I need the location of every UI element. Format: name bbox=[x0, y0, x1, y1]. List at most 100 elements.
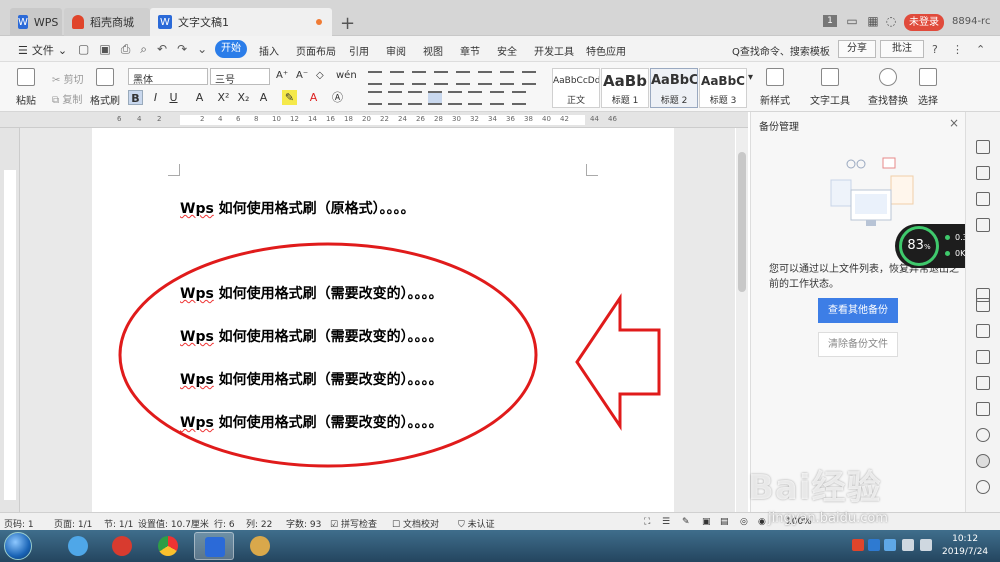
unsaved-dot-icon[interactable] bbox=[316, 19, 322, 25]
login-button[interactable]: 未登录 bbox=[904, 14, 944, 31]
help-circle-icon[interactable] bbox=[976, 480, 990, 494]
document-area[interactable]: Wps 如何使用格式刷（原格式）。。。。 Wps 如何使用格式刷（需要改变的）。… bbox=[20, 128, 735, 512]
style-heading-3[interactable]: AaBbC 标题 3 bbox=[699, 68, 747, 108]
skin-icon[interactable]: ◌ bbox=[884, 14, 898, 28]
tab-developer[interactable]: 开发工具 bbox=[534, 43, 574, 58]
sort-icon[interactable] bbox=[478, 71, 492, 85]
tab-references[interactable]: 引用 bbox=[349, 43, 369, 58]
font-size-select[interactable]: 三号 bbox=[210, 68, 270, 86]
doc-paragraph[interactable]: Wps 如何使用格式刷（需要改变的）。。。。 bbox=[180, 283, 443, 303]
undo-icon[interactable]: ↶ bbox=[157, 42, 167, 57]
align-left-icon[interactable] bbox=[368, 91, 382, 105]
command-search[interactable]: Q查找命令、搜索模板 bbox=[732, 43, 830, 58]
doc-paragraph[interactable]: Wps 如何使用格式刷（需要改变的）。。。。 bbox=[180, 326, 443, 346]
tab-docer-store[interactable]: 稻壳商城 bbox=[64, 8, 150, 36]
bold-button[interactable]: B bbox=[128, 90, 143, 105]
tab-special-apps[interactable]: 特色应用 bbox=[586, 43, 626, 58]
copy-button[interactable]: ⧉ 复制 bbox=[52, 91, 82, 106]
shapes-icon[interactable] bbox=[976, 192, 990, 206]
shrink-font-icon[interactable]: A⁻ bbox=[296, 70, 308, 81]
help-icon[interactable]: ? bbox=[932, 43, 938, 56]
styles-scroll-icon[interactable]: ▾ bbox=[748, 72, 753, 83]
globe-icon[interactable]: ◎ bbox=[740, 517, 748, 527]
new-tab-button[interactable]: + bbox=[340, 13, 355, 34]
more-options-icon[interactable]: ⋮ bbox=[952, 43, 963, 56]
decrease-indent-icon[interactable] bbox=[412, 71, 426, 85]
fullscreen-icon[interactable]: ⛶ bbox=[644, 517, 650, 527]
cut-button[interactable]: ✂ 剪切 bbox=[52, 71, 84, 86]
map-pin-icon[interactable] bbox=[976, 218, 990, 232]
file-menu[interactable]: ☰ 文件 ⌄ bbox=[18, 42, 67, 58]
show-marks-icon[interactable] bbox=[500, 71, 514, 85]
taskbar-app-paint[interactable] bbox=[240, 532, 280, 560]
paragraph-icon[interactable] bbox=[522, 71, 536, 85]
close-icon[interactable]: × bbox=[949, 116, 959, 130]
tab-document[interactable]: W 文字文稿1 bbox=[150, 8, 332, 36]
volume-icon[interactable] bbox=[920, 539, 932, 551]
doc-paragraph[interactable]: Wps 如何使用格式刷（需要改变的）。。。。 bbox=[180, 412, 443, 432]
web-view-icon[interactable]: ▤ bbox=[720, 517, 729, 527]
styles-panel-icon[interactable] bbox=[976, 140, 990, 154]
taskbar-app-weather[interactable] bbox=[58, 532, 98, 560]
start-button[interactable] bbox=[4, 532, 32, 560]
find-replace-button[interactable]: 查找替换 bbox=[868, 68, 908, 107]
bullet-list-icon[interactable] bbox=[368, 71, 382, 85]
style-normal[interactable]: AaBbCcDd 正文 bbox=[552, 68, 600, 108]
phonetic-icon[interactable]: wén bbox=[336, 70, 357, 81]
shading-icon[interactable] bbox=[490, 91, 504, 105]
print-preview-icon[interactable]: ⌕ bbox=[140, 42, 147, 57]
style-heading-1[interactable]: AaBb 标题 1 bbox=[601, 68, 649, 108]
new-doc-icon[interactable]: ▢ bbox=[78, 42, 89, 57]
compass-icon[interactable] bbox=[976, 428, 990, 442]
tab-view[interactable]: 视图 bbox=[423, 43, 443, 58]
chinese-layout-icon[interactable] bbox=[456, 71, 470, 85]
paragraph-icon[interactable] bbox=[976, 350, 990, 364]
numbered-list-icon[interactable] bbox=[390, 71, 404, 85]
doc-proof-button[interactable]: ☐ 文档校对 bbox=[392, 517, 439, 530]
style-heading-2[interactable]: AaBbC 标题 2 bbox=[650, 68, 698, 108]
text-tools-button[interactable]: 文字工具 bbox=[810, 68, 850, 107]
more-icon[interactable]: ⌄ bbox=[197, 42, 207, 57]
document-page[interactable]: Wps 如何使用格式刷（原格式）。。。。 Wps 如何使用格式刷（需要改变的）。… bbox=[92, 128, 674, 512]
history-clock-icon[interactable] bbox=[976, 454, 990, 468]
font-color-button[interactable]: A bbox=[306, 90, 321, 105]
tab-security[interactable]: 安全 bbox=[497, 43, 517, 58]
view-other-backups-button[interactable]: 查看其他备份 bbox=[818, 298, 898, 323]
tab-page-layout[interactable]: 页面布局 bbox=[296, 43, 336, 58]
tray-security-icon[interactable] bbox=[868, 539, 880, 551]
borders-icon[interactable] bbox=[512, 91, 526, 105]
scrollbar-thumb[interactable] bbox=[738, 152, 746, 292]
format-painter-button[interactable]: 格式刷 bbox=[90, 68, 120, 107]
superscript-button[interactable]: X² bbox=[216, 90, 231, 105]
print-icon[interactable]: ⎙ bbox=[121, 42, 131, 57]
highlight-button[interactable]: ✎ bbox=[282, 90, 297, 105]
tab-chapter[interactable]: 章节 bbox=[460, 43, 480, 58]
tab-wps[interactable]: W WPS bbox=[10, 8, 62, 36]
distributed-align-icon[interactable] bbox=[448, 91, 462, 105]
new-style-button[interactable]: 新样式 bbox=[760, 68, 790, 107]
edit-mode-icon[interactable]: ✎ bbox=[682, 517, 690, 527]
share-button[interactable]: 分享 bbox=[838, 40, 876, 58]
restore-layout-icon[interactable]: ▭ bbox=[845, 14, 859, 28]
archive-icon[interactable] bbox=[976, 376, 990, 390]
align-center-icon[interactable] bbox=[388, 91, 402, 105]
char-border-button[interactable]: Ⓐ bbox=[330, 90, 345, 105]
taskbar-app-chrome[interactable] bbox=[148, 532, 188, 560]
underline-button[interactable]: U bbox=[166, 90, 181, 105]
share-out-icon[interactable] bbox=[976, 324, 990, 338]
tray-app-icon[interactable] bbox=[852, 539, 864, 551]
font-name-select[interactable]: 黑体 bbox=[128, 68, 208, 86]
window-count-badge[interactable]: 1 bbox=[823, 15, 837, 27]
tab-start[interactable]: 开始 bbox=[215, 40, 247, 58]
redo-icon[interactable]: ↷ bbox=[177, 42, 187, 57]
horizontal-ruler[interactable]: 6 4 2 2 4 6 8 10 12 14 16 18 20 22 24 26… bbox=[0, 112, 748, 128]
select-button[interactable]: 选择 bbox=[918, 68, 938, 107]
paste-button[interactable]: 粘贴 bbox=[16, 68, 36, 107]
taskbar-app-wps[interactable] bbox=[194, 532, 234, 560]
line-spacing-icon[interactable] bbox=[468, 91, 482, 105]
clear-format-icon[interactable]: ◇ bbox=[316, 70, 324, 81]
system-clock[interactable]: 10:12 2019/7/24 bbox=[942, 533, 988, 559]
collapse-ribbon-icon[interactable]: ⌃ bbox=[976, 43, 985, 56]
strikethrough-button[interactable]: A bbox=[192, 90, 207, 105]
image-icon[interactable] bbox=[976, 402, 990, 416]
